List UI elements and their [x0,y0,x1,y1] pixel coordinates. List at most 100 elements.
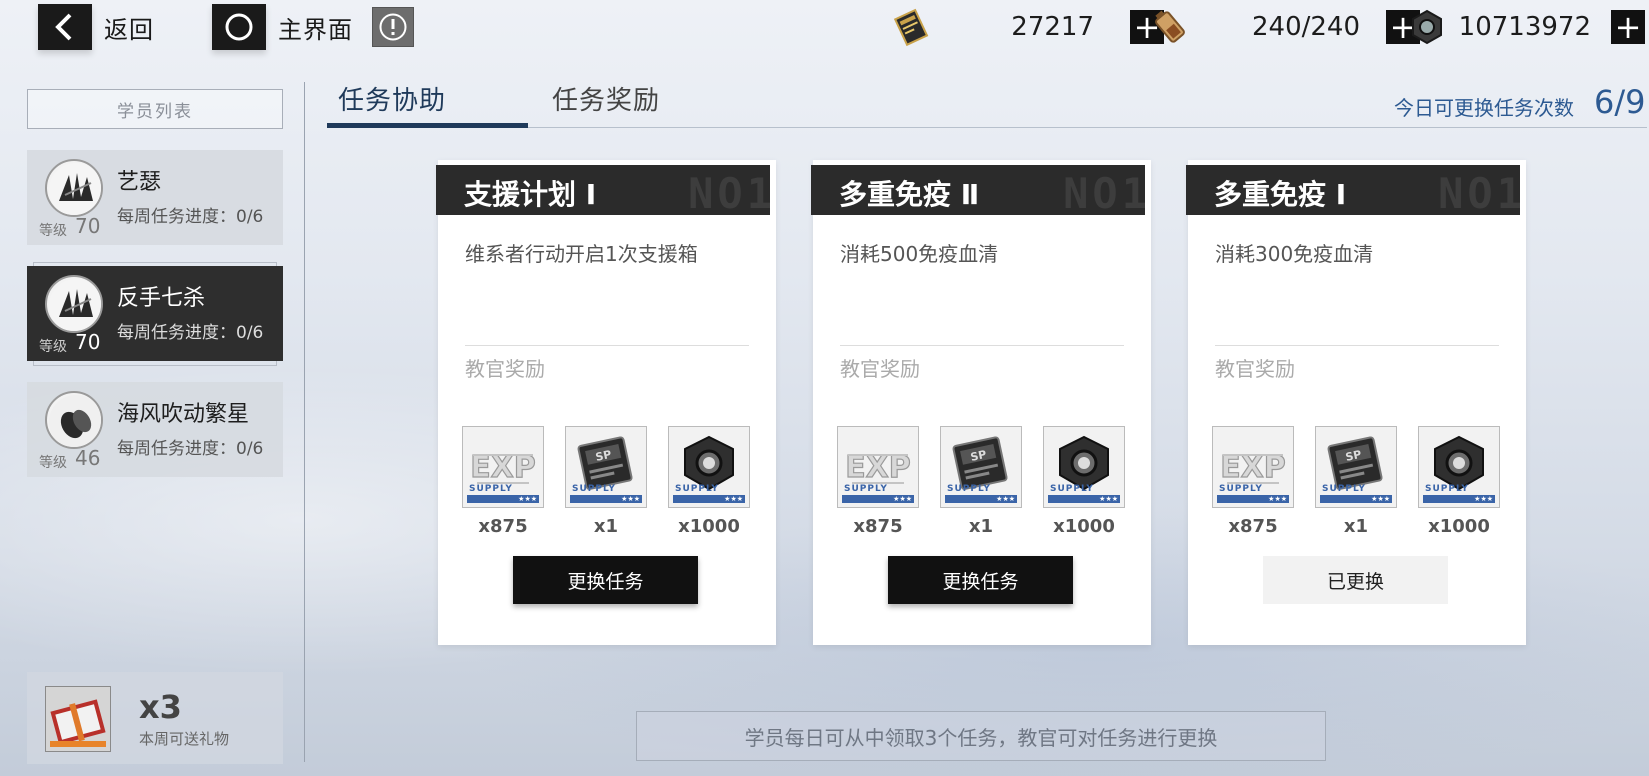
reward-quantity: x875 [1228,516,1278,537]
level-label: 等级 [39,223,67,239]
student-avatar [45,159,103,217]
gift-box-icon [45,686,111,752]
divider [1215,345,1499,346]
tab-mission-assist[interactable]: 任务协助 [338,80,446,117]
swapped-status-button: 已更换 [1263,556,1448,604]
sidebar-divider [304,82,305,762]
mission-card: 多重免疫 Ⅰ NO1 消耗300免疫血清 教官奖励 EXP SUPPLY ★★★ x8… [1186,160,1526,645]
supply-label: SUPPLY [844,484,888,494]
divider [840,345,1124,346]
supply-label: SUPPLY [1219,484,1263,494]
reward-item[interactable]: SUPPLY ★★★ x1000 [1043,426,1125,537]
student-avatar [45,391,103,449]
mission-watermark: NO1 [688,169,770,215]
rarity-stars-icon: ★★★ [1474,495,1493,503]
mission-watermark: NO1 [1438,169,1520,215]
rarity-stars-icon: ★★★ [893,495,912,503]
rarity-stars-icon: ★★★ [1268,495,1287,503]
student-level: 70 [75,214,101,238]
exp-chip-icon: EXP SUPPLY ★★★ [1212,426,1294,508]
student-name: 反手七杀 [117,286,206,311]
tab-mission-reward[interactable]: 任务奖励 [552,80,660,117]
student-name: 海风吹动繁星 [117,402,250,427]
gift-count: x3 [139,688,182,726]
rarity-stars-icon: ★★★ [996,495,1015,503]
swap-count-value: 6/9 [1594,83,1646,121]
rarity-stars-icon: ★★★ [621,495,640,503]
mission-card: 多重免疫 Ⅱ NO1 消耗500免疫血清 教官奖励 EXP SUPPLY ★★★ x8… [811,160,1151,645]
reward-label: 教官奖励 [840,357,920,381]
reward-label: 教官奖励 [465,357,545,381]
reward-quantity: x1000 [1428,516,1490,537]
mission-title: 多重免疫 Ⅰ [1214,178,1347,211]
active-tab-indicator [327,123,528,128]
exp-chip-icon: EXP SUPPLY ★★★ [462,426,544,508]
supply-label: SUPPLY [947,484,991,494]
back-label: 返回 [104,15,154,44]
mission-title: 多重免疫 Ⅱ [839,178,980,211]
mission-header: 多重免疫 Ⅱ NO1 [811,165,1145,215]
home-button[interactable]: 主界面 [212,4,353,50]
reward-label: 教官奖励 [1215,357,1295,381]
battery-icon [1148,5,1192,49]
supply-label: SUPPLY [572,484,616,494]
reward-item[interactable]: SUPPLY ★★★ x1000 [668,426,750,537]
reward-quantity: x1 [1343,516,1369,537]
ticket-icon [890,5,934,49]
reward-item[interactable]: EXP SUPPLY ★★★ x875 [1212,426,1294,537]
supply-label: SUPPLY [675,484,719,494]
sp-card-icon: SP SUPPLY ★★★ [565,426,647,508]
reward-item[interactable]: SP SUPPLY ★★★ x1 [565,426,647,537]
level-label: 等级 [39,455,67,471]
student-name: 艺瑟 [117,170,162,195]
currency-value: 10713972 [1458,12,1591,42]
mission-header: 多重免疫 Ⅰ NO1 [1186,165,1520,215]
currency-value: 240/240 [1251,12,1360,42]
sp-card-icon: SP SUPPLY ★★★ [1315,426,1397,508]
student-progress: 每周任务进度：0/6 [117,439,264,459]
swap-count-label: 今日可更换任务次数 [1394,96,1574,120]
tip-banner: 学员每日可从中领取3个任务，教官可对任务进行更换 [636,711,1326,761]
mission-description: 维系者行动开启1次支援箱 [465,242,698,266]
gift-label: 本周可送礼物 [139,730,230,748]
add-nut-button[interactable]: + [1611,10,1645,44]
student-card[interactable]: 艺瑟 每周任务进度：0/6 等级 70 [27,150,283,245]
supply-label: SUPPLY [469,484,513,494]
currency-value: 27217 [1011,12,1094,42]
reward-quantity: x875 [853,516,903,537]
rarity-stars-icon: ★★★ [724,495,743,503]
back-button[interactable]: 返回 [38,4,154,50]
reward-quantity: x875 [478,516,528,537]
reward-item[interactable]: SP SUPPLY ★★★ x1 [940,426,1022,537]
hex-nut-icon: SUPPLY ★★★ [668,426,750,508]
student-list-header: 学员列表 [27,89,283,129]
reward-item[interactable]: SP SUPPLY ★★★ x1 [1315,426,1397,537]
reward-quantity: x1000 [678,516,740,537]
swap-mission-button[interactable]: 更换任务 [888,556,1073,604]
currency-nut: 10713972 + [1405,5,1645,49]
back-arrow-icon [38,4,92,50]
home-circle-icon [212,4,266,50]
reward-quantity: x1 [968,516,994,537]
reward-item[interactable]: SUPPLY ★★★ x1000 [1418,426,1500,537]
supply-label: SUPPLY [1322,484,1366,494]
notice-button[interactable] [372,7,414,47]
reward-quantity: x1000 [1053,516,1115,537]
student-card-selected[interactable]: 反手七杀 每周任务进度：0/6 等级 70 [27,266,283,361]
student-progress: 每周任务进度：0/6 [117,323,264,343]
student-level: 70 [75,330,101,354]
rarity-stars-icon: ★★★ [1099,495,1118,503]
exclamation-icon [379,13,407,41]
mission-title: 支援计划 Ⅰ [464,178,597,211]
reward-item[interactable]: EXP SUPPLY ★★★ x875 [462,426,544,537]
mission-description: 消耗500免疫血清 [840,242,999,266]
swap-mission-button[interactable]: 更换任务 [513,556,698,604]
student-card[interactable]: 海风吹动繁星 每周任务进度：0/6 等级 46 [27,382,283,477]
supply-label: SUPPLY [1425,484,1469,494]
student-level: 46 [75,446,101,470]
supply-label: SUPPLY [1050,484,1094,494]
mission-card: 支援计划 Ⅰ NO1 维系者行动开启1次支援箱 教官奖励 EXP SUPPLY ★★… [436,160,776,645]
hex-nut-icon: SUPPLY ★★★ [1043,426,1125,508]
exp-chip-icon: EXP SUPPLY ★★★ [837,426,919,508]
reward-item[interactable]: EXP SUPPLY ★★★ x875 [837,426,919,537]
